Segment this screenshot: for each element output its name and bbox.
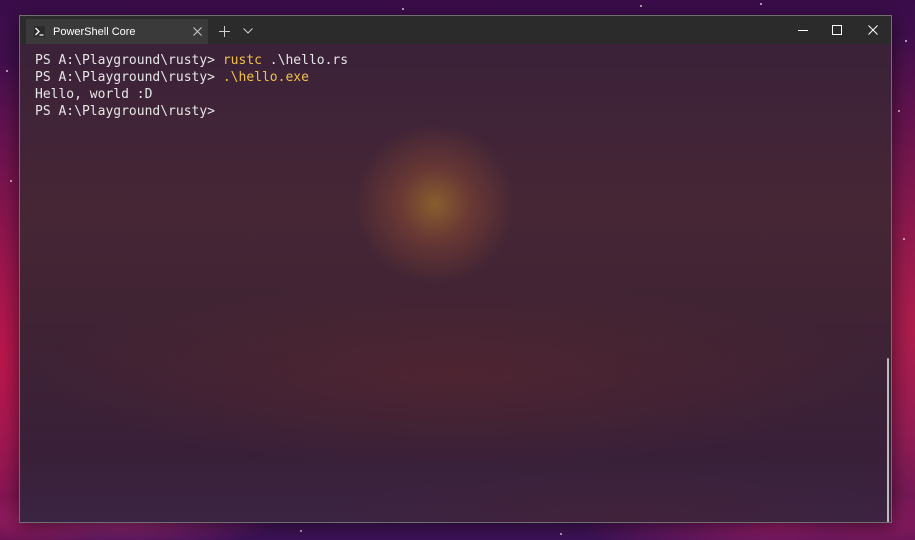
minimize-icon [798,30,808,31]
star [300,530,302,532]
tab-powershell-core[interactable]: PowerShell Core [26,19,208,44]
current-prompt: PS A:\Playground\rusty> [35,104,216,119]
tab-dropdown-button[interactable] [236,19,260,43]
star [402,8,404,10]
output-line: Hello, world :D [35,87,153,102]
star [6,70,8,72]
command-args: .\hello.rs [261,53,349,68]
star [560,533,562,535]
close-window-button[interactable] [856,16,890,44]
star [10,180,12,182]
new-tab-button[interactable] [212,19,236,43]
terminal-output: PS A:\Playground\rusty> rustc .\hello.rs… [35,52,348,120]
plus-icon [218,25,230,37]
terminal-line: PS A:\Playground\rusty> rustc .\hello.rs [35,53,348,68]
prompt: PS A:\Playground\rusty> [35,70,223,85]
tab-close-button[interactable] [186,21,208,43]
star [903,238,905,240]
scrollbar-thumb[interactable] [887,358,889,522]
terminal-area[interactable]: PS A:\Playground\rusty> rustc .\hello.rs… [20,44,891,522]
chevron-down-icon [243,28,253,34]
star [640,5,642,7]
star [760,3,762,5]
terminal-line: PS A:\Playground\rusty> .\hello.exe [35,70,309,85]
terminal-window: PowerShell Core PS A:\Playground\rusty> … [19,15,892,523]
close-icon [868,25,878,35]
maximize-icon [832,25,842,35]
tab-title: PowerShell Core [53,25,136,38]
maximize-button[interactable] [820,16,854,44]
title-bar[interactable]: PowerShell Core [20,16,891,44]
powershell-icon [34,26,45,37]
star [898,110,900,112]
scrollbar[interactable] [885,44,891,522]
close-icon [192,27,202,36]
command: rustc [222,53,262,68]
command: .\hello.exe [222,70,309,85]
minimize-button[interactable] [786,16,820,44]
prompt: PS A:\Playground\rusty> [35,53,223,68]
star [905,40,907,42]
